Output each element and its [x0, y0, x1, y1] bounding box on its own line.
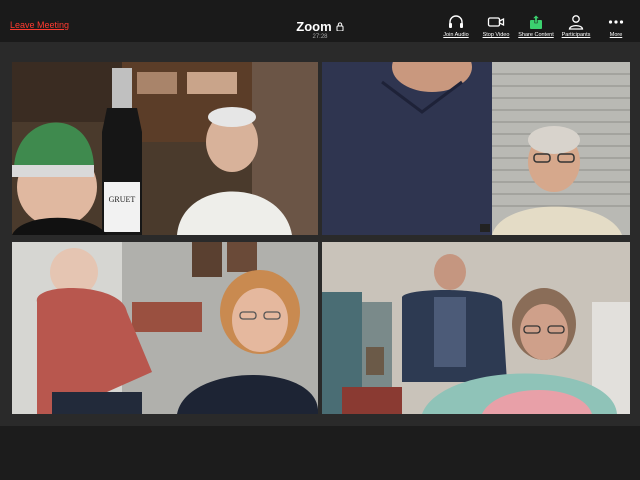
video-feed-1: GRUET: [12, 62, 318, 235]
more-button[interactable]: More: [592, 14, 640, 40]
video-tile-3[interactable]: [12, 242, 318, 414]
bottle-label-text: GRUET: [109, 195, 136, 204]
video-feed-4: [322, 242, 630, 414]
stop-video-label: Stop Video: [482, 32, 510, 38]
bottom-bar: [0, 426, 640, 480]
share-icon: [530, 14, 542, 29]
lock-icon: [336, 22, 344, 31]
meeting-title-text: Zoom: [296, 19, 332, 34]
join-audio-label: Join Audio: [443, 32, 469, 38]
share-content-label: Share Content: [518, 32, 554, 38]
video-feed-2: [322, 62, 630, 235]
video-camera-icon: [487, 17, 505, 27]
meeting-toolbar: Leave Meeting Zoom 27:28 Join Audio Stop…: [0, 0, 640, 42]
more-label: More: [609, 32, 623, 38]
video-feed-3: [12, 242, 318, 414]
video-gallery: GRUET: [0, 42, 640, 426]
headphones-icon: [449, 15, 463, 28]
video-tile-2[interactable]: [322, 62, 630, 235]
video-tile-4[interactable]: [322, 242, 630, 414]
participants-label: Participants: [561, 32, 591, 38]
participants-icon: [568, 15, 584, 30]
video-tile-1[interactable]: GRUET: [12, 62, 318, 235]
more-dots-icon: [608, 20, 624, 24]
meeting-title: Zoom: [296, 19, 344, 34]
